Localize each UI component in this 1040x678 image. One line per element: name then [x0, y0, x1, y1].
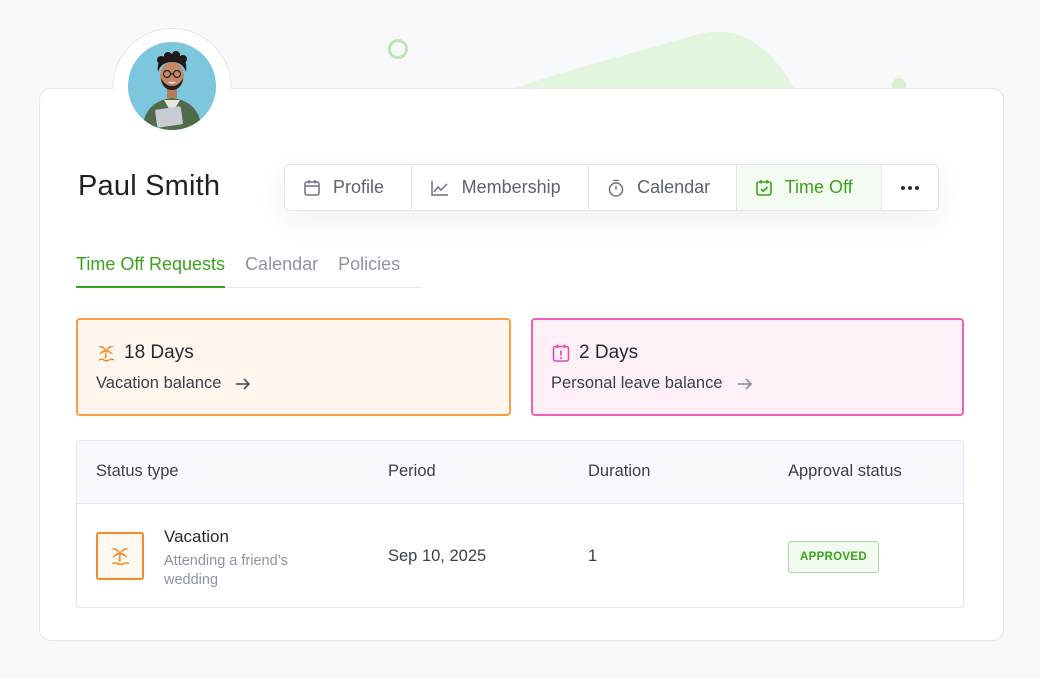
alert-calendar-icon — [552, 344, 570, 362]
user-name: Paul Smith — [78, 170, 221, 202]
avatar[interactable] — [128, 42, 216, 130]
table-header: Status type Period Duration Approval sta… — [77, 441, 963, 504]
time-off-subtabs: Time Off Requests Calendar Policies — [76, 252, 422, 288]
nav-tab-time-off[interactable]: Time Off — [736, 165, 883, 210]
palm-tree-icon — [98, 346, 115, 362]
column-header-period: Period — [388, 462, 436, 480]
subtab-policies[interactable]: Policies — [338, 252, 400, 288]
line-chart-icon — [430, 180, 448, 196]
nav-more-button[interactable] — [882, 165, 938, 210]
profile-nav: Profile Membership Calendar Time Off — [284, 164, 939, 211]
approval-status-badge: APPROVED — [788, 541, 879, 573]
vacation-balance-days: 18 Days — [124, 342, 194, 363]
personal-balance-days: 2 Days — [579, 342, 639, 363]
person-photo — [128, 42, 216, 130]
nav-tab-profile[interactable]: Profile — [285, 165, 412, 210]
subtab-time-off-requests[interactable]: Time Off Requests — [76, 252, 226, 288]
nav-tab-membership[interactable]: Membership — [412, 165, 590, 210]
more-horizontal-icon — [901, 185, 920, 190]
column-header-approval-status: Approval status — [788, 462, 902, 480]
calendar-icon — [304, 179, 320, 196]
personal-balance-label: Personal leave balance — [551, 374, 723, 392]
status-type-icon — [96, 532, 144, 580]
time-off-requests-table: Status type Period Duration Approval sta… — [76, 440, 964, 608]
stopwatch-icon — [608, 179, 624, 197]
nav-tab-label: Profile — [333, 177, 385, 197]
nav-tab-label: Calendar — [637, 177, 711, 197]
period-cell: Sep 10, 2025 — [388, 547, 487, 565]
arrow-right-icon — [737, 377, 752, 390]
calendar-check-icon — [755, 179, 772, 196]
arrow-right-icon — [236, 377, 251, 390]
column-header-status-type: Status type — [96, 462, 179, 480]
column-header-duration: Duration — [588, 462, 651, 480]
nav-tab-label: Time Off — [784, 177, 853, 197]
vacation-balance-card[interactable]: 18 Days Vacation balance — [76, 318, 511, 416]
table-row[interactable]: Vacation Attending a friend’s wedding Se… — [77, 504, 963, 607]
vacation-balance-label: Vacation balance — [96, 374, 222, 392]
duration-cell: 1 — [588, 547, 598, 565]
nav-tab-label: Membership — [461, 177, 561, 197]
palm-tree-icon — [111, 548, 130, 566]
personal-leave-balance-card[interactable]: 2 Days Personal leave balance — [531, 318, 964, 416]
subtab-calendar[interactable]: Calendar — [245, 252, 318, 288]
nav-tab-calendar[interactable]: Calendar — [589, 165, 737, 210]
status-type-description: Attending a friend’s wedding — [164, 553, 288, 588]
status-type-title: Vacation — [164, 527, 229, 546]
decorative-ring — [388, 39, 408, 59]
